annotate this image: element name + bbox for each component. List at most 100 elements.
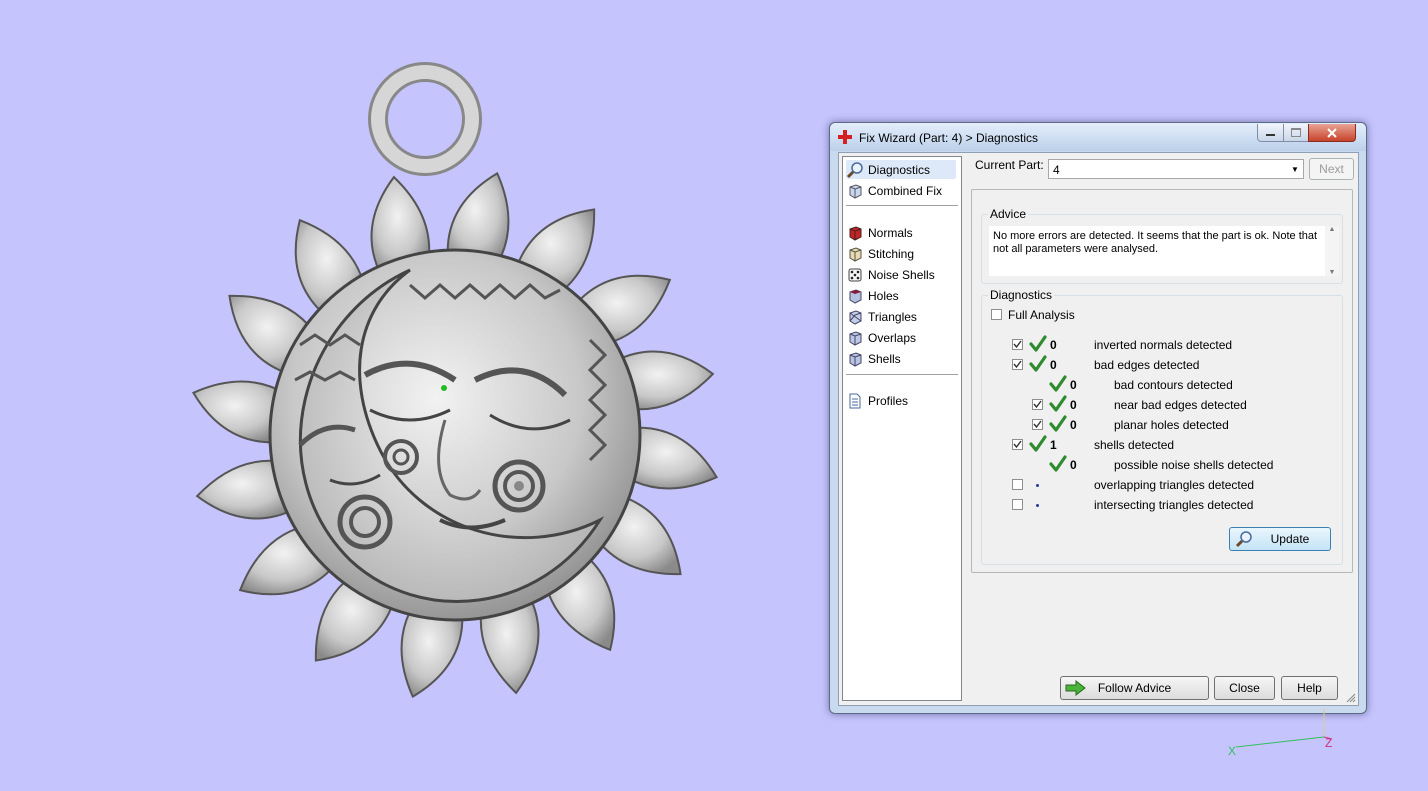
advice-scrollbar[interactable]: ▲ ▼ [1325, 226, 1339, 276]
nav-item-normals[interactable]: Normals [846, 223, 913, 242]
diagnostic-count: 0 [1050, 358, 1057, 372]
cube-icon [846, 182, 864, 200]
nav-item-profiles[interactable]: Profiles [846, 391, 908, 410]
diagnostic-label: bad contours detected [1114, 378, 1233, 392]
nav-label: Holes [868, 288, 899, 303]
nav-label: Stitching [868, 246, 915, 261]
scroll-down-icon: ▼ [1328, 269, 1336, 276]
cube-stitch-icon [846, 245, 864, 263]
x-axis-label: X [1228, 744, 1236, 758]
check-ok-icon [1029, 335, 1047, 353]
nav-item-diagnostics[interactable]: Diagnostics [846, 160, 956, 179]
update-label: Update [1270, 532, 1310, 546]
nav-label: Normals [868, 225, 913, 240]
check-ok-icon [1029, 435, 1047, 453]
nav-item-holes[interactable]: Holes [846, 286, 899, 305]
check-ok-icon [1049, 375, 1067, 393]
full-analysis-checkbox[interactable] [991, 309, 1002, 320]
diagnostic-count: 0 [1070, 378, 1077, 392]
title-bar[interactable]: Fix Wizard (Part: 4) > Diagnostics [830, 123, 1366, 151]
check-ok-icon [1049, 415, 1067, 433]
cube-hole-icon [846, 287, 864, 305]
advice-text: No more errors are detected. It seems th… [989, 226, 1325, 276]
nav-separator [846, 374, 958, 375]
diagnostic-label: intersecting triangles detected [1094, 498, 1254, 512]
diagnostic-count: 0 [1070, 418, 1077, 432]
follow-advice-label: Follow Advice [1097, 681, 1172, 695]
green-arrow-icon [1065, 680, 1086, 696]
maximize-icon [1291, 128, 1301, 137]
diagnostic-label: possible noise shells detected [1114, 458, 1274, 472]
diagnostic-count: 0 [1070, 398, 1077, 412]
check-ok-icon [1049, 455, 1067, 473]
x-axis-line [1235, 736, 1325, 748]
full-analysis-label: Full Analysis [1008, 308, 1075, 322]
z-axis-label: Z [1325, 736, 1332, 750]
help-label: Help [1297, 681, 1322, 695]
magnifier-icon [846, 161, 864, 179]
nav-label: Combined Fix [868, 183, 943, 198]
dialog-client-area: Diagnostics Combined Fix Normals Stitchi [838, 152, 1359, 706]
nav-item-shells[interactable]: Shells [846, 349, 901, 368]
diagnostic-checkbox[interactable] [1012, 479, 1023, 490]
diagnostic-checkbox[interactable] [1012, 359, 1023, 370]
dice-icon [846, 266, 864, 284]
nav-label: Diagnostics [868, 162, 931, 177]
maximize-button[interactable] [1283, 124, 1309, 142]
chevron-down-icon: ▼ [1291, 164, 1299, 174]
advice-title: Advice [988, 207, 1029, 221]
next-button[interactable]: Next [1309, 158, 1354, 180]
nav-item-overlaps[interactable]: Overlaps [846, 328, 916, 347]
nav-separator [846, 205, 958, 206]
diagnostic-label: overlapping triangles detected [1094, 478, 1255, 492]
current-part-select[interactable]: 4 ▼ [1048, 159, 1304, 179]
document-icon [846, 392, 864, 410]
check-ok-icon [1049, 395, 1067, 413]
diagnostic-checkbox[interactable] [1012, 339, 1023, 350]
diagnostic-count: 0 [1050, 338, 1057, 352]
fix-wizard-window: Fix Wizard (Part: 4) > Diagnostics Diagn… [829, 122, 1367, 714]
current-part-value: 4 [1053, 163, 1060, 177]
cube-shells-icon [846, 350, 864, 368]
diagnostic-label: inverted normals detected [1094, 338, 1233, 352]
next-label: Next [1319, 162, 1344, 176]
scroll-up-icon: ▲ [1328, 226, 1336, 233]
close-button[interactable]: Close [1214, 676, 1275, 700]
axis-triad: X Z [1228, 709, 1332, 758]
resize-grip-icon[interactable] [1346, 693, 1356, 703]
nav-label: Overlaps [868, 330, 917, 345]
advice-group: Advice No more errors are detected. It s… [981, 207, 1343, 284]
diagnostics-title: Diagnostics [988, 288, 1055, 302]
nav-item-stitching[interactable]: Stitching [846, 244, 914, 263]
help-button[interactable]: Help [1281, 676, 1338, 700]
diagnostic-checkbox[interactable] [1012, 499, 1023, 510]
diagnostic-label: planar holes detected [1114, 418, 1229, 432]
nav-label: Noise Shells [868, 267, 935, 282]
cube-red-icon [846, 224, 864, 242]
nav-label: Profiles [868, 393, 909, 408]
close-window-button[interactable] [1308, 124, 1356, 142]
current-part-label: Current Part: [975, 158, 1044, 172]
minimize-icon [1266, 134, 1275, 136]
cube-overlap-icon [846, 329, 864, 347]
window-title: Fix Wizard (Part: 4) > Diagnostics [859, 131, 1039, 145]
cube-triangles-icon [846, 308, 864, 326]
pending-dot-icon [1036, 504, 1039, 507]
diagnostic-count: 0 [1070, 458, 1077, 472]
diagnostics-panel: Advice No more errors are detected. It s… [971, 189, 1353, 573]
nav-item-triangles[interactable]: Triangles [846, 307, 917, 326]
diagnostic-checkbox[interactable] [1032, 419, 1043, 430]
wizard-nav-list: Diagnostics Combined Fix Normals Stitchi [842, 156, 962, 701]
close-icon [1327, 127, 1337, 138]
diagnostic-checkbox[interactable] [1012, 439, 1023, 450]
diagnostics-group: Diagnostics Full Analysis 0 inverted norm… [981, 288, 1343, 565]
nav-item-combined-fix[interactable]: Combined Fix [846, 181, 942, 200]
nav-item-noise-shells[interactable]: Noise Shells [846, 265, 935, 284]
close-label: Close [1229, 681, 1260, 695]
nav-label: Triangles [868, 309, 917, 324]
follow-advice-button[interactable]: Follow Advice [1060, 676, 1209, 700]
diagnostic-label: near bad edges detected [1114, 398, 1247, 412]
minimize-button[interactable] [1257, 124, 1284, 142]
diagnostic-checkbox[interactable] [1032, 399, 1043, 410]
update-button[interactable]: Update [1229, 527, 1331, 551]
